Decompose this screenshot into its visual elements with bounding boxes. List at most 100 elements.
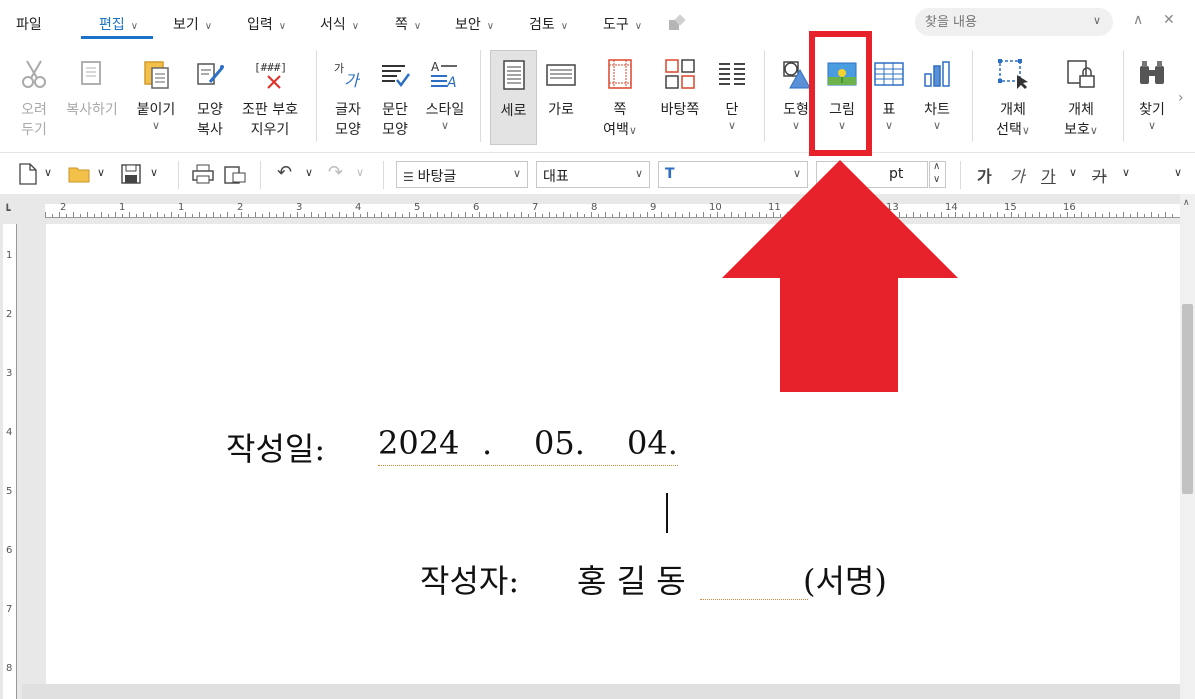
format-copy-label-2: 복사 <box>197 122 223 138</box>
columns-icon <box>719 63 745 85</box>
date-year[interactable]: 2024 <box>378 424 459 462</box>
portrait-button[interactable]: 세로 <box>490 50 537 145</box>
chevron-down-icon: ∨ <box>486 21 495 32</box>
chevron-down-icon[interactable]: ∨ <box>150 166 158 192</box>
horizontal-ruler[interactable]: 2112345678910111213141516 <box>45 202 1180 218</box>
vertical-scrollbar[interactable]: ∧ <box>1180 194 1195 699</box>
print-icon[interactable] <box>192 164 214 184</box>
menu-security[interactable]: 보안 ∨ <box>455 14 494 34</box>
clear-markup-icon: [###] <box>254 61 287 89</box>
para-shape-button[interactable]: 문단 모양 <box>375 58 415 140</box>
chevron-down-icon[interactable]: ∨ <box>305 166 313 192</box>
find-button[interactable]: 찾기 ∨ <box>1132 58 1172 132</box>
object-select-button[interactable]: 개체 선택∨ <box>990 58 1036 141</box>
menu-review[interactable]: 검토 ∨ <box>529 14 568 34</box>
cut-label-2: 두기 <box>21 122 47 138</box>
menu-page[interactable]: 쪽 ∨ <box>395 14 421 34</box>
scroll-up-icon[interactable]: ∧ <box>1183 198 1190 208</box>
binoculars-icon <box>1140 61 1164 84</box>
language-select[interactable]: 대표 ∨ <box>536 161 650 188</box>
menu-file[interactable]: 파일 <box>16 14 42 34</box>
style-select[interactable]: ☰ 바탕글 ∨ <box>396 161 528 188</box>
menu-tools[interactable]: 도구 ∨ <box>603 14 642 34</box>
master-page-button[interactable]: 바탕쪽 <box>656 58 704 120</box>
ruler-tick <box>136 214 137 217</box>
chart-icon <box>924 61 950 87</box>
chevron-down-icon[interactable]: ∨ <box>356 166 364 192</box>
search-input[interactable] <box>925 12 1085 32</box>
clear-markup-button[interactable]: [###] 조판 부호 지우기 <box>237 58 303 140</box>
ruler-tick <box>311 212 312 217</box>
assistant-icon[interactable] <box>666 14 688 32</box>
ruler-tick <box>1011 212 1012 217</box>
chevron-down-icon[interactable]: ∨ <box>1093 14 1101 27</box>
ruler-tick <box>325 212 326 217</box>
paste-button[interactable]: 붙이기 ∨ <box>134 58 178 132</box>
date-label: 작성일: <box>226 430 326 468</box>
new-document-icon[interactable] <box>18 163 38 185</box>
ruler-tick <box>192 214 193 217</box>
ruler-tick <box>1151 212 1152 217</box>
open-folder-icon[interactable] <box>68 164 92 184</box>
chevron-down-icon[interactable]: ∨ <box>1069 166 1077 192</box>
tab-stop-icon[interactable]: ┗ <box>4 204 11 217</box>
ruler-number: 5 <box>6 486 13 497</box>
author-name[interactable]: 홍 길 동 <box>577 556 686 602</box>
ruler-tick <box>248 214 249 217</box>
menu-edit[interactable]: 편집 ∨ <box>99 14 138 34</box>
chevron-down-icon[interactable]: ∨ <box>1122 166 1130 192</box>
svg-text:A: A <box>446 75 457 90</box>
page-margins-button[interactable]: 쪽 여백∨ <box>600 58 640 141</box>
ruler-tick <box>80 214 81 217</box>
ruler-tick <box>164 214 165 217</box>
ruler-tick <box>178 214 179 217</box>
ruler-tick <box>297 212 298 217</box>
landscape-button[interactable]: 가로 <box>541 58 581 120</box>
underline-button[interactable]: 가 <box>1041 163 1056 189</box>
menu-format[interactable]: 서식 ∨ <box>320 14 359 34</box>
search-box[interactable]: ∨ <box>915 8 1113 36</box>
close-icon[interactable]: ✕ <box>1163 12 1175 28</box>
document-page[interactable] <box>46 224 1180 684</box>
ruler-tick <box>1109 212 1110 217</box>
vertical-ruler[interactable]: 1 2 3 4 5 6 7 8 <box>3 224 17 699</box>
ruler-tick <box>276 214 277 217</box>
chevron-down-icon[interactable]: ∨ <box>97 166 105 192</box>
ruler-tick <box>465 212 466 217</box>
object-protect-button[interactable]: 개체 보호∨ <box>1056 58 1106 141</box>
style-button[interactable]: A A 스타일 ∨ <box>422 58 468 132</box>
copy-button[interactable]: 복사하기 <box>63 58 121 120</box>
collapse-ribbon-icon[interactable]: ∧ <box>1133 12 1143 28</box>
ruler-tick <box>479 212 480 217</box>
redo-icon[interactable]: ↷ <box>328 162 343 188</box>
ruler-tick <box>1074 214 1075 217</box>
format-copy-button[interactable]: 모양 복사 <box>190 58 230 140</box>
chevron-down-icon[interactable]: ∨ <box>44 166 52 192</box>
chart-button[interactable]: 차트 ∨ <box>917 58 957 132</box>
print-preview-icon[interactable] <box>224 164 246 184</box>
strikethrough-button[interactable]: 가 <box>1092 163 1107 189</box>
bold-button[interactable]: 가 <box>977 163 992 189</box>
table-button[interactable]: 표 ∨ <box>872 58 906 132</box>
chevron-down-icon: ∨ <box>351 21 360 32</box>
ruler-tick <box>486 214 487 217</box>
menu-view[interactable]: 보기 ∨ <box>173 14 212 34</box>
italic-button[interactable]: 가 <box>1010 163 1025 189</box>
cut-button[interactable]: 오려 두기 <box>14 58 54 140</box>
ruler-tick <box>388 214 389 217</box>
ruler-number: 1 <box>178 202 185 213</box>
columns-button[interactable]: 단 ∨ <box>714 58 750 132</box>
svg-text:가: 가 <box>344 71 361 90</box>
save-icon[interactable] <box>121 164 141 184</box>
toolbar-more-icon[interactable]: ∨ <box>1174 166 1182 192</box>
date-day[interactable]: 04. <box>627 424 678 462</box>
date-month[interactable]: 05. <box>534 424 585 462</box>
undo-icon[interactable]: ↶ <box>277 162 292 188</box>
ruler-tick <box>1165 212 1166 217</box>
scrollbar-thumb[interactable] <box>1182 304 1193 494</box>
ribbon-more-icon[interactable]: › <box>1178 90 1184 106</box>
ruler-tick <box>66 214 67 217</box>
char-shape-button[interactable]: 가 가 글자 모양 <box>328 58 368 140</box>
clear-markup-label-1: 조판 부호 <box>242 102 298 118</box>
menu-insert[interactable]: 입력 ∨ <box>247 14 286 34</box>
